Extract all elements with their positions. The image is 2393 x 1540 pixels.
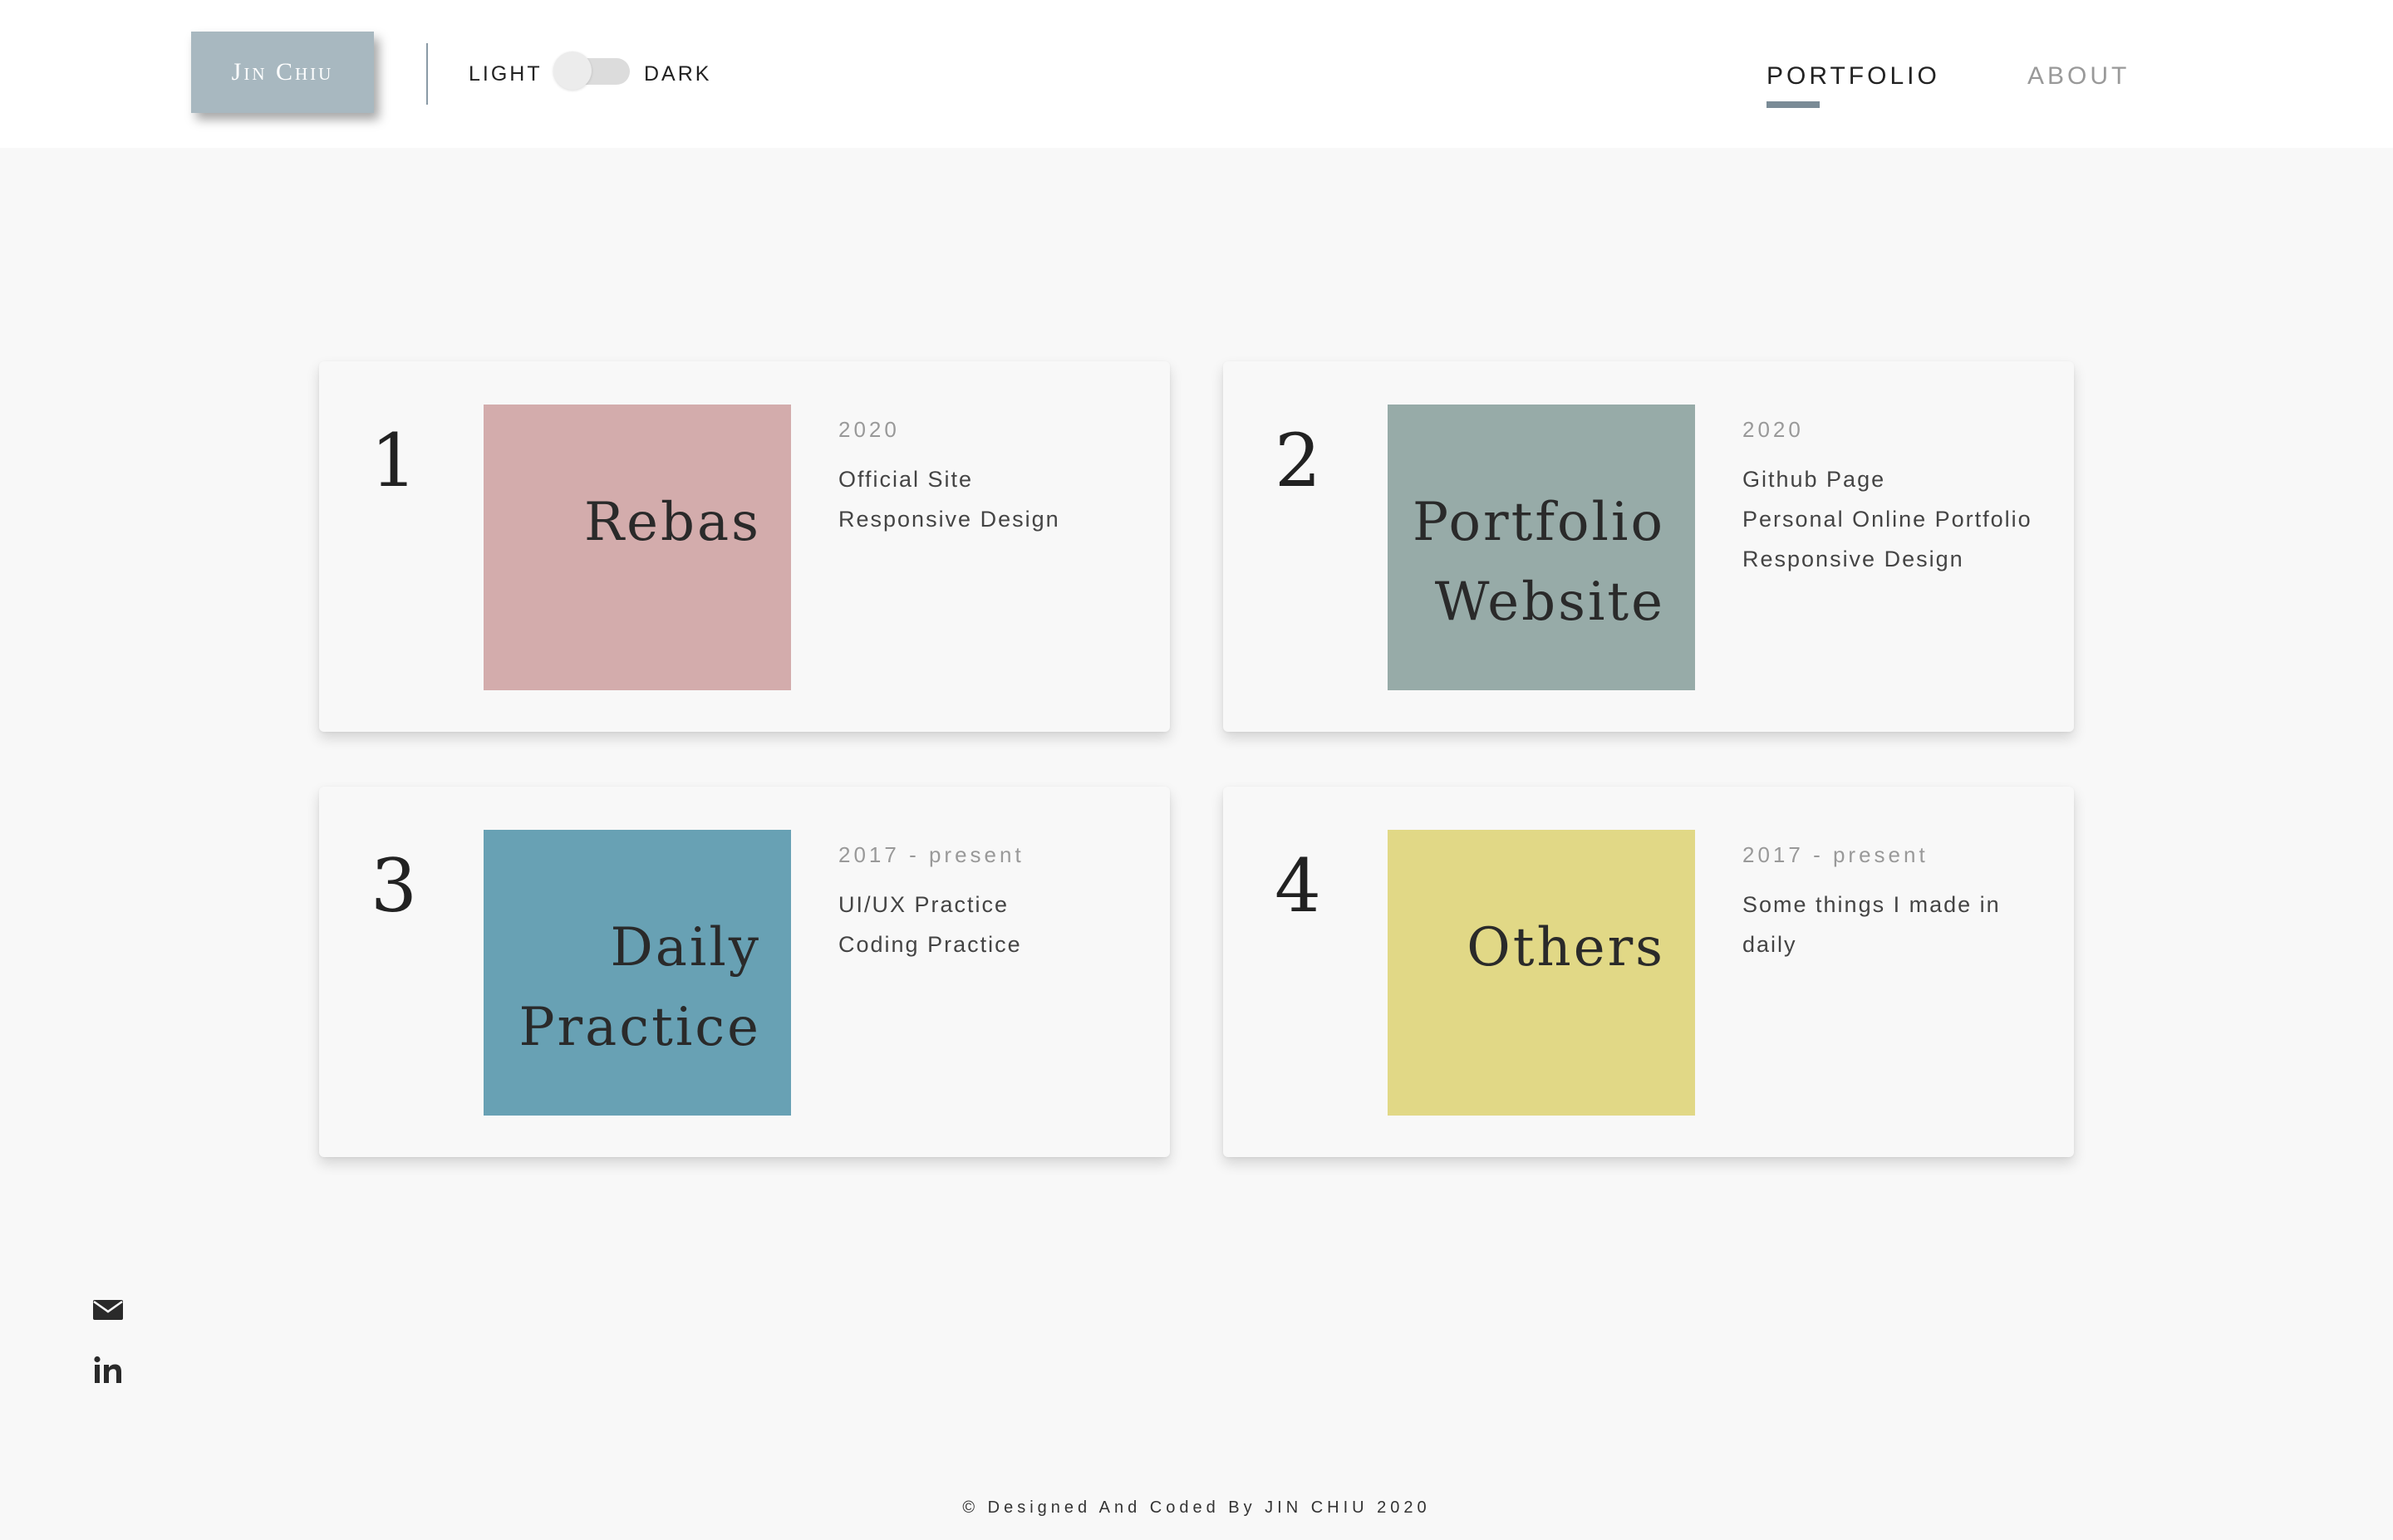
linkedin-icon[interactable] <box>91 1354 125 1387</box>
project-detail: Responsive Design <box>1742 547 1964 571</box>
header-divider <box>426 43 428 105</box>
project-thumbnail[interactable]: Others <box>1388 830 1695 1116</box>
project-detail: UI/UX Practice <box>838 892 1010 917</box>
project-info: 2017 - present Some things I made in dai… <box>1742 841 2058 964</box>
project-title: Portfolio <box>1413 492 1665 553</box>
footer-copyright: © Designed And Coded By JIN CHIU 2020 <box>962 1498 1431 1517</box>
mail-icon[interactable] <box>91 1293 125 1327</box>
theme-toggle[interactable] <box>553 51 630 90</box>
project-detail: Responsive Design <box>838 507 1060 532</box>
project-title: Rebas <box>583 492 761 553</box>
project-title: Others <box>1467 917 1665 978</box>
project-info: 2020 Github Page Personal Online Portfol… <box>1742 416 2058 579</box>
project-card-daily-practice[interactable]: 3 Daily Practice 2017 - present UI/UX Pr… <box>319 787 1170 1157</box>
project-title: Daily <box>610 917 761 978</box>
project-detail: Personal Online Portfolio <box>1742 507 2032 532</box>
nav-about[interactable]: ABOUT <box>2027 61 2130 91</box>
theme-toggle-knob[interactable] <box>553 51 592 90</box>
project-number: 2 <box>1275 418 1321 503</box>
project-title: Practice <box>518 997 761 1058</box>
project-card-rebas[interactable]: 1 Rebas 2020 Official Site Responsive De… <box>319 361 1170 732</box>
project-detail: Github Page <box>1742 467 1886 492</box>
project-card-others[interactable]: 4 Others 2017 - present Some things I ma… <box>1223 787 2074 1157</box>
project-detail: daily <box>1742 932 1797 957</box>
logo[interactable]: Jin Chiu <box>191 32 374 113</box>
nav-active-indicator <box>1766 101 1820 108</box>
project-year: 2017 - present <box>838 842 1025 867</box>
theme-dark-label: DARK <box>644 62 712 86</box>
project-year: 2020 <box>838 417 900 442</box>
project-title: Website <box>1434 571 1665 633</box>
project-year: 2017 - present <box>1742 842 1929 867</box>
project-detail: Coding Practice <box>838 932 1022 957</box>
project-info: 2020 Official Site Responsive Design <box>838 416 1154 539</box>
theme-light-label: LIGHT <box>469 62 543 86</box>
site-header: Jin Chiu LIGHT DARK PORTFOLIO ABOUT <box>0 0 2393 148</box>
project-card-portfolio-website[interactable]: 2 Portfolio Website 2020 Github Page Per… <box>1223 361 2074 732</box>
project-number: 4 <box>1275 843 1321 929</box>
project-thumbnail[interactable]: Portfolio Website <box>1388 405 1695 690</box>
project-number: 3 <box>371 843 417 929</box>
project-info: 2017 - present UI/UX Practice Coding Pra… <box>838 841 1154 964</box>
project-year: 2020 <box>1742 417 1804 442</box>
project-detail: Some things I made in <box>1742 892 2001 917</box>
nav-portfolio[interactable]: PORTFOLIO <box>1766 61 1940 91</box>
project-number: 1 <box>371 418 417 503</box>
project-thumbnail[interactable]: Rebas <box>484 405 791 690</box>
project-thumbnail[interactable]: Daily Practice <box>484 830 791 1116</box>
project-detail: Official Site <box>838 467 974 492</box>
